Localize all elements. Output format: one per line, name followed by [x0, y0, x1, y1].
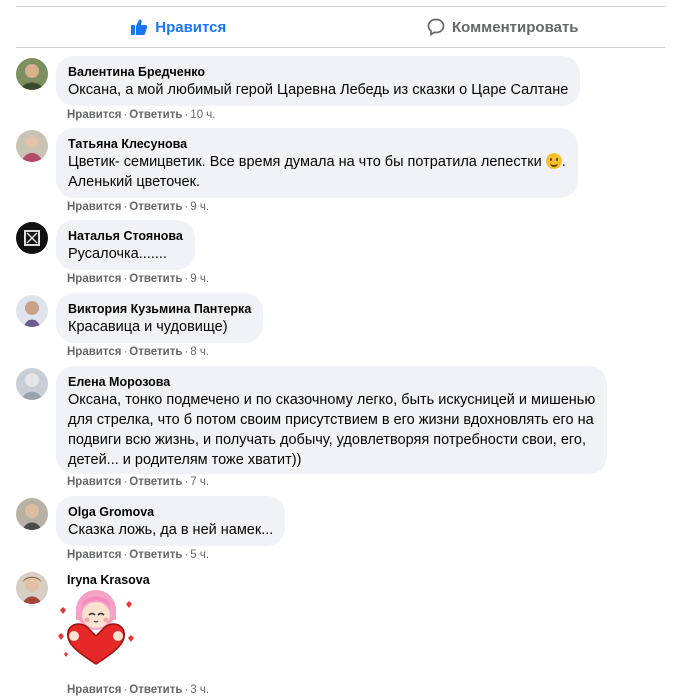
avatar[interactable]	[16, 295, 48, 327]
comment-time[interactable]: 5 ч.	[190, 549, 209, 561]
comment-bubble: Елена Морозова Оксана, тонко подмечено и…	[56, 366, 608, 474]
comment-text: детей... и родителям тоже хватит))	[68, 452, 302, 468]
comment-reply-link[interactable]: Ответить	[129, 476, 182, 488]
avatar[interactable]	[16, 572, 48, 604]
comment-text: для стрелка, что б потом своим присутств…	[68, 412, 594, 428]
comment-text: Сказка ложь, да в ней намек...	[68, 522, 274, 538]
comment-meta: Нравится · Ответить · 5 ч.	[67, 549, 210, 561]
comment-meta: Нравится · Ответить · 9 ч.	[67, 201, 210, 213]
comment-author[interactable]: Iryna Krasova	[67, 573, 150, 587]
comment-author[interactable]: Елена Морозова	[68, 374, 595, 390]
comment-text: Красавица и чудовище)	[68, 319, 228, 335]
comment-like-link[interactable]: Нравится	[67, 201, 121, 213]
comment-meta: Нравится · Ответить · 8 ч.	[67, 346, 210, 358]
comment-bubble: Наталья Стоянова Русалочка.......	[56, 220, 195, 270]
comment-time[interactable]: 10 ч.	[190, 109, 215, 121]
comment-text: подвиги всю жизнь, и получать добычу, уд…	[68, 432, 586, 448]
comment-author[interactable]: Валентина Бредченко	[68, 64, 568, 80]
comment-text: Оксана, тонко подмечено и по сказочному …	[68, 392, 596, 408]
comment-author[interactable]: Наталья Стоянова	[68, 228, 183, 244]
comment-button-label: Комментировать	[451, 18, 579, 36]
avatar[interactable]	[16, 222, 48, 254]
comment-bubble: Olga Gromova Сказка ложь, да в ней намек…	[56, 496, 286, 546]
avatar[interactable]	[16, 130, 48, 162]
comment-like-link[interactable]: Нравится	[67, 549, 121, 561]
comment-meta: Нравится · Ответить · 10 ч.	[67, 109, 216, 121]
comment-text: Русалочка.......	[68, 246, 167, 262]
avatar[interactable]	[16, 58, 48, 90]
avatar[interactable]	[16, 498, 48, 530]
post-action-bar: Нравится Комментировать	[16, 6, 665, 48]
comment-reply-link[interactable]: Ответить	[129, 346, 182, 358]
comment-time[interactable]: 9 ч.	[190, 273, 209, 285]
comment-time[interactable]: 7 ч.	[190, 476, 209, 488]
comment-reply-link[interactable]: Ответить	[129, 109, 182, 121]
avatar[interactable]	[16, 368, 48, 400]
comment-meta: Нравится · Ответить · 7 ч.	[67, 476, 210, 488]
comment-bubble: Татьяна Клесунова Цветик- семицветик. Вс…	[56, 128, 578, 198]
comment-reply-link[interactable]: Ответить	[129, 201, 182, 213]
thumbs-up-icon	[131, 19, 148, 35]
comment-like-link[interactable]: Нравится	[67, 109, 121, 121]
comment-button[interactable]: Комментировать	[341, 7, 666, 47]
comment-time[interactable]: 8 ч.	[190, 346, 209, 358]
girl-holding-heart-sticker	[56, 588, 136, 668]
comment-like-link[interactable]: Нравится	[67, 684, 121, 696]
grinning-face-emoji-icon	[545, 153, 562, 169]
comment-text: Цветик- семицветик. Все время думала на …	[68, 153, 566, 170]
comment-reply-link[interactable]: Ответить	[129, 684, 182, 696]
comment-like-link[interactable]: Нравится	[67, 273, 121, 285]
comment-author[interactable]: Виктория Кузьмина Пантерка	[68, 301, 251, 317]
comment-like-link[interactable]: Нравится	[67, 346, 121, 358]
comment-reply-link[interactable]: Ответить	[129, 549, 182, 561]
comment-meta: Нравится · Ответить · 9 ч.	[67, 273, 210, 285]
comment-text: Оксана, а мой любимый герой Царевна Лебе…	[68, 82, 569, 98]
comment-author[interactable]: Татьяна Клесунова	[68, 136, 566, 152]
comment-author[interactable]: Olga Gromova	[68, 504, 273, 520]
comment-time[interactable]: 9 ч.	[190, 201, 209, 213]
comment-time[interactable]: 3 ч.	[190, 684, 209, 696]
comment-bubble: Валентина Бредченко Оксана, а мой любимы…	[56, 56, 581, 106]
comment-bubble: Виктория Кузьмина Пантерка Красавица и ч…	[56, 293, 264, 343]
comment-reply-link[interactable]: Ответить	[129, 273, 182, 285]
like-button-label: Нравится	[155, 18, 227, 36]
comment-like-link[interactable]: Нравится	[67, 476, 121, 488]
comment-text: Аленький цветочек.	[68, 174, 200, 190]
like-button[interactable]: Нравится	[16, 7, 341, 47]
speech-bubble-icon	[427, 18, 445, 36]
comment-meta: Нравится · Ответить · 3 ч.	[67, 684, 210, 696]
